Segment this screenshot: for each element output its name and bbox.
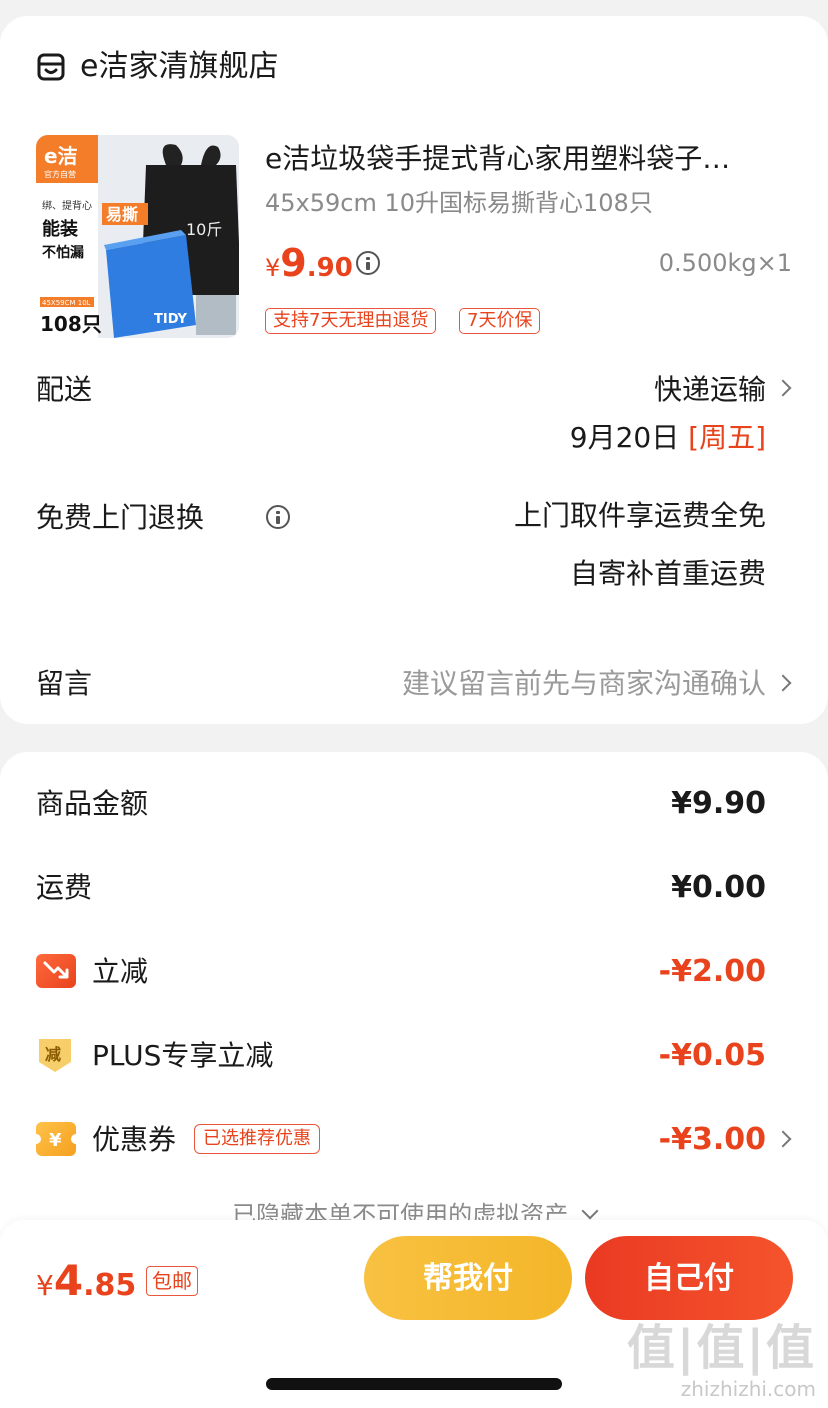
total-currency: ¥ bbox=[36, 1269, 54, 1302]
store-icon bbox=[37, 53, 65, 81]
freight-value: ¥0.00 bbox=[671, 870, 766, 905]
thumb-line1: 绑、提背心 bbox=[42, 199, 92, 212]
price-decimal: .90 bbox=[306, 253, 353, 283]
thumb-brand-sub: 官方自营 bbox=[44, 169, 76, 179]
goods-amount-label: 商品金额 bbox=[36, 787, 149, 820]
discount-label: 立减 bbox=[92, 955, 149, 988]
discount-down-icon bbox=[36, 954, 76, 988]
product-price: ¥9.90 bbox=[265, 238, 353, 296]
free-return-line2: 自寄补首重运费 bbox=[569, 557, 766, 590]
price-info-icon[interactable] bbox=[356, 251, 380, 275]
thumb-bag-text: 10斤 bbox=[186, 220, 222, 239]
discount-value: -¥2.00 bbox=[658, 954, 766, 989]
self-pay-button[interactable]: 自己付 bbox=[585, 1236, 793, 1320]
thumb-box-brand: TIDY bbox=[154, 312, 188, 327]
free-return-label: 免费上门退换 bbox=[36, 501, 205, 534]
plus-discount-icon: 减 bbox=[34, 1036, 76, 1078]
shipping-method[interactable]: 快递运输 bbox=[654, 370, 766, 410]
price-protect-tag: 7天价保 bbox=[459, 308, 541, 334]
message-label: 留言 bbox=[36, 667, 93, 700]
store-name[interactable]: e洁家清旗舰店 bbox=[80, 48, 278, 86]
goods-amount-value: ¥9.90 bbox=[671, 786, 766, 821]
total-decimal: .85 bbox=[83, 1268, 137, 1303]
freight-label: 运费 bbox=[36, 871, 93, 904]
thumb-brand: e洁 bbox=[44, 144, 78, 168]
thumb-badge: 易撕 bbox=[106, 205, 138, 224]
plus-discount-label: PLUS专享立减 bbox=[92, 1039, 274, 1072]
free-shipping-badge: 包邮 bbox=[146, 1266, 198, 1296]
product-spec: 45x59cm 10升国标易撕背心108只 bbox=[265, 189, 653, 217]
coupon-label: 优惠券 bbox=[92, 1123, 177, 1156]
thumb-size: 45X59CM 10L bbox=[42, 299, 91, 307]
product-image: e洁 官方自营 绑、提背心 能装 不怕漏 45X59CM 10L 108只 易撕… bbox=[36, 135, 239, 338]
price-currency: ¥ bbox=[265, 254, 281, 282]
return-policy-tag: 支持7天无理由退货 bbox=[265, 308, 437, 334]
product-title[interactable]: e洁垃圾袋手提式背心家用塑料袋子… bbox=[265, 140, 785, 178]
total-price: ¥4.85 bbox=[36, 1254, 136, 1317]
help-pay-button[interactable]: 帮我付 bbox=[364, 1236, 572, 1320]
plus-discount-value: -¥0.05 bbox=[658, 1038, 766, 1073]
chevron-down-icon bbox=[581, 1202, 599, 1220]
watermark-site: zhizhizhi.com bbox=[680, 1377, 816, 1401]
product-weight-qty: 0.500kg×1 bbox=[658, 249, 792, 277]
price-integer: 9 bbox=[280, 241, 307, 285]
home-indicator[interactable] bbox=[266, 1378, 562, 1390]
delivery-weekday: [周五] bbox=[688, 421, 766, 454]
return-info-icon[interactable] bbox=[266, 505, 291, 529]
coupon-icon-text: ¥ bbox=[49, 1130, 62, 1151]
delivery-date-text: 9月20日 bbox=[569, 421, 680, 454]
free-return-line1: 上门取件享运费全免 bbox=[513, 499, 766, 532]
message-input[interactable]: 建议留言前先与商家沟通确认 bbox=[402, 664, 766, 704]
shipping-label: 配送 bbox=[36, 373, 93, 406]
thumb-count: 108只 bbox=[40, 312, 102, 336]
thumb-line3: 不怕漏 bbox=[42, 244, 84, 261]
coupon-value[interactable]: -¥3.00 bbox=[659, 1120, 766, 1160]
thumb-line2: 能装 bbox=[42, 218, 78, 240]
total-integer: 4 bbox=[53, 1256, 84, 1305]
plus-icon-text: 减 bbox=[45, 1045, 61, 1064]
product-thumbnail[interactable]: e洁 官方自营 绑、提背心 能装 不怕漏 45X59CM 10L 108只 易撕… bbox=[36, 135, 239, 338]
coupon-yen-icon: ¥ bbox=[31, 1122, 81, 1156]
coupon-recommended-tag: 已选推荐优惠 bbox=[194, 1124, 320, 1154]
delivery-date: 9月20日 [周五] bbox=[570, 418, 766, 458]
watermark-logo: 值|值|值 bbox=[626, 1320, 816, 1376]
